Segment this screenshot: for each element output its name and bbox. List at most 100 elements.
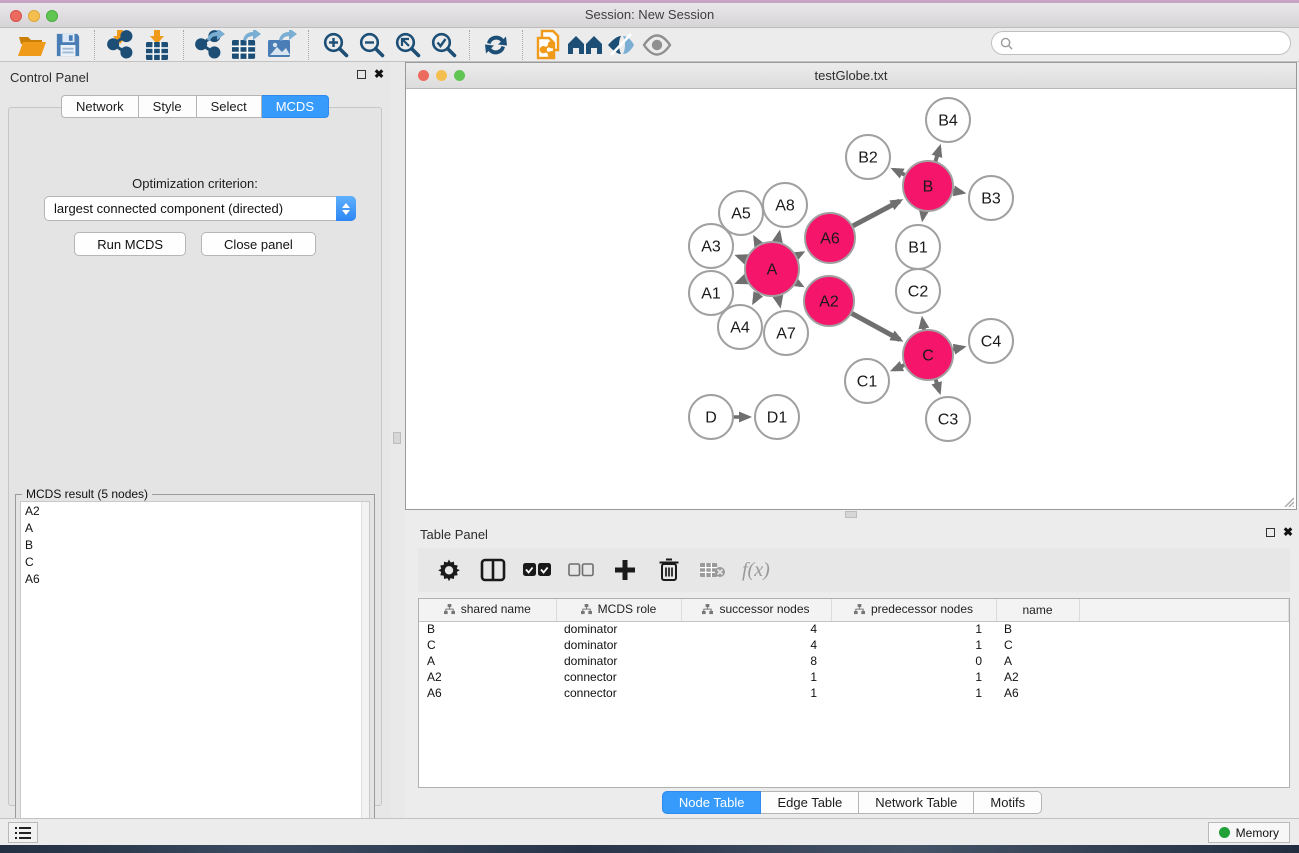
edge-A2-C[interactable]	[851, 313, 900, 340]
first-neighbors-icon[interactable]	[567, 30, 603, 60]
table-row[interactable]: Bdominator41B	[419, 621, 1289, 637]
cell[interactable]: connector	[556, 669, 681, 685]
edge-B-B3[interactable]	[953, 191, 963, 193]
edge-A6-B[interactable]	[852, 201, 900, 226]
edge-A-A1[interactable]	[738, 279, 747, 282]
cell[interactable]: 1	[831, 669, 996, 685]
search-field[interactable]	[991, 31, 1291, 55]
show-column-icon[interactable]	[478, 555, 508, 585]
result-item[interactable]: A2	[21, 502, 369, 519]
result-item[interactable]: A6	[21, 570, 369, 587]
cell[interactable]: B	[419, 621, 556, 637]
edge-C-C4[interactable]	[952, 347, 962, 349]
network-canvas[interactable]: B4B2BB3A5A8A6B1A3AC2A1A2A4A7C4CC1C3DD1	[406, 89, 1296, 509]
delete-table-icon[interactable]	[698, 555, 728, 585]
resize-grip-icon[interactable]	[1281, 494, 1294, 507]
open-session-icon[interactable]	[14, 30, 50, 60]
network-graph[interactable]: B4B2BB3A5A8A6B1A3AC2A1A2A4A7C4CC1C3DD1	[406, 89, 1296, 509]
cell[interactable]: A	[419, 653, 556, 669]
result-item[interactable]: B	[21, 536, 369, 553]
cell[interactable]: 4	[681, 637, 831, 653]
cell[interactable]: 1	[831, 685, 996, 701]
edge-A-A4[interactable]	[754, 293, 759, 302]
memory-button[interactable]: Memory	[1208, 822, 1290, 843]
cell[interactable]: dominator	[556, 637, 681, 653]
deselect-all-icon[interactable]	[566, 555, 596, 585]
edge-B-B1[interactable]	[923, 211, 924, 219]
cell[interactable]: A2	[996, 669, 1079, 685]
edge-A-A8[interactable]	[777, 233, 779, 242]
column-header-predecessor-nodes[interactable]: predecessor nodes	[831, 599, 996, 621]
node-table[interactable]: shared name MCDS role successor nodes pr…	[418, 598, 1290, 788]
edge-C-C1[interactable]	[894, 365, 905, 370]
hide-selected-icon[interactable]	[603, 30, 639, 60]
tab-style[interactable]: Style	[139, 95, 197, 118]
cell[interactable]: A2	[419, 669, 556, 685]
add-row-icon[interactable]	[610, 555, 640, 585]
column-header-name[interactable]: name	[996, 599, 1079, 621]
zoom-in-icon[interactable]	[317, 30, 353, 60]
cell[interactable]: connector	[556, 685, 681, 701]
tab-network-table[interactable]: Network Table	[859, 791, 974, 814]
table-row[interactable]: Adominator80A	[419, 653, 1289, 669]
table-settings-icon[interactable]	[434, 555, 464, 585]
edge-A-A3[interactable]	[738, 256, 747, 259]
column-header-shared-name[interactable]: shared name	[419, 599, 556, 621]
search-input[interactable]	[1018, 36, 1282, 50]
divider-handle[interactable]	[393, 432, 401, 444]
float-table-panel-icon[interactable]	[1266, 528, 1275, 537]
cell[interactable]: 4	[681, 621, 831, 637]
table-row[interactable]: A2connector11A2	[419, 669, 1289, 685]
cell[interactable]: C	[996, 637, 1079, 653]
cell[interactable]: A6	[996, 685, 1079, 701]
import-table-icon[interactable]	[139, 30, 175, 60]
tab-node-table[interactable]: Node Table	[662, 791, 762, 814]
mcds-result-list[interactable]: A2ABCA6	[20, 501, 370, 837]
cell[interactable]: 1	[831, 621, 996, 637]
delete-row-icon[interactable]	[654, 555, 684, 585]
zoom-selected-icon[interactable]	[425, 30, 461, 60]
optimization-criterion-dropdown[interactable]: largest connected component (directed)	[44, 196, 356, 221]
tab-edge-table[interactable]: Edge Table	[761, 791, 859, 814]
column-header-successor-nodes[interactable]: successor nodes	[681, 599, 831, 621]
cell[interactable]: A6	[419, 685, 556, 701]
duplicate-network-icon[interactable]	[531, 30, 567, 60]
function-builder-button[interactable]: f(x)	[742, 559, 770, 582]
cell[interactable]: C	[419, 637, 556, 653]
table-row[interactable]: Cdominator41C	[419, 637, 1289, 653]
zoom-fit-icon[interactable]	[389, 30, 425, 60]
cell[interactable]: 0	[831, 653, 996, 669]
panel-divider-vertical[interactable]	[390, 62, 405, 818]
edge-A-A6[interactable]	[796, 253, 802, 256]
close-table-panel-icon[interactable]: ✖	[1283, 528, 1293, 537]
zoom-out-icon[interactable]	[353, 30, 389, 60]
show-all-icon[interactable]	[639, 30, 675, 60]
edge-A-A7[interactable]	[778, 295, 780, 304]
refresh-layout-icon[interactable]	[478, 30, 514, 60]
divider-handle-horizontal[interactable]	[845, 511, 857, 518]
network-window-titlebar[interactable]: testGlobe.txt	[406, 63, 1296, 89]
cell[interactable]: 8	[681, 653, 831, 669]
result-item[interactable]: A	[21, 519, 369, 536]
column-header-MCDS-role[interactable]: MCDS role	[556, 599, 681, 621]
cell[interactable]: dominator	[556, 653, 681, 669]
cell[interactable]: B	[996, 621, 1079, 637]
tab-mcds[interactable]: MCDS	[262, 95, 329, 118]
task-history-button[interactable]	[8, 822, 38, 843]
cell[interactable]: 1	[681, 669, 831, 685]
edge-C-C3[interactable]	[935, 379, 939, 391]
result-item[interactable]: C	[21, 553, 369, 570]
cell[interactable]: 1	[831, 637, 996, 653]
export-table-icon[interactable]	[228, 30, 264, 60]
edge-C-C2[interactable]	[922, 320, 924, 331]
export-network-icon[interactable]	[192, 30, 228, 60]
table-row[interactable]: A6connector11A6	[419, 685, 1289, 701]
export-image-icon[interactable]	[264, 30, 300, 60]
edge-A-A5[interactable]	[755, 238, 759, 245]
select-all-icon[interactable]	[522, 555, 552, 585]
save-session-icon[interactable]	[50, 30, 86, 60]
result-list-scrollbar[interactable]	[361, 502, 369, 836]
tab-select[interactable]: Select	[197, 95, 262, 118]
tab-network[interactable]: Network	[61, 95, 139, 118]
close-panel-icon[interactable]: ✖	[374, 70, 384, 79]
